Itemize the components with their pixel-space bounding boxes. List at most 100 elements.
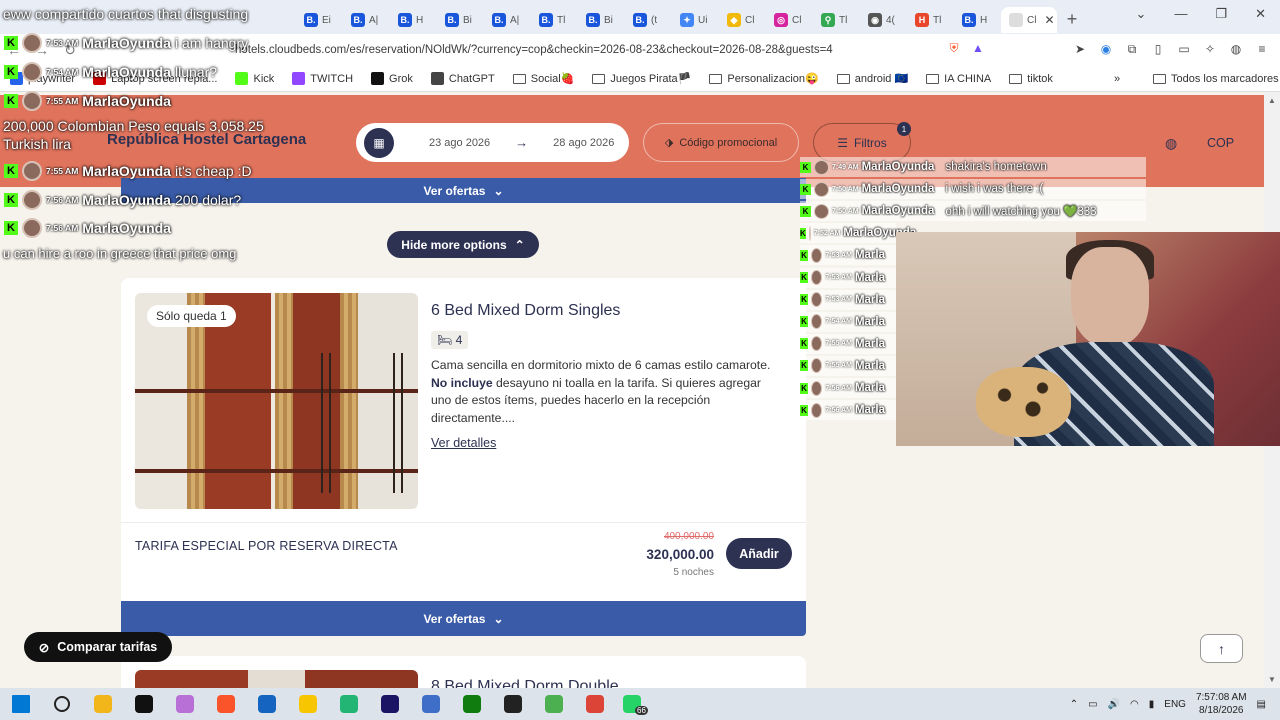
next-room-title[interactable]: 8 Bed Mixed Dorm Double — [431, 678, 619, 688]
tab[interactable]: ◉ 4( — [860, 7, 907, 33]
cursor-extension-icon[interactable]: ➤ — [1072, 41, 1088, 57]
search-icon[interactable] — [41, 688, 82, 720]
bookmark-item[interactable]: Social🍓 — [512, 72, 574, 85]
notion-icon[interactable] — [123, 688, 164, 720]
brave-shields-icon[interactable]: ⛨ — [946, 40, 962, 56]
tab-search-icon[interactable]: ⌄ — [1136, 6, 1147, 22]
next-room-photo[interactable] — [135, 670, 418, 688]
xbox-icon[interactable] — [451, 688, 492, 720]
tab[interactable]: ◆ Cl — [719, 7, 766, 33]
bookmark-item[interactable]: Kick — [235, 72, 274, 85]
bookmark-item[interactable]: IA CHINA — [926, 72, 991, 85]
add-room-button[interactable]: Añadir — [726, 538, 792, 569]
new-tab-button[interactable]: + — [1057, 9, 1087, 30]
wifi-icon[interactable]: ◠ — [1130, 699, 1139, 710]
brave-icon[interactable] — [205, 688, 246, 720]
chevron-up-icon[interactable]: ⌃ — [1070, 699, 1078, 710]
tab[interactable]: ⚲ Tl — [813, 7, 860, 33]
volume-icon[interactable]: 🔊 — [1108, 699, 1120, 710]
tab-active[interactable]: Cl ✕ — [1001, 7, 1057, 33]
tab[interactable]: B. H — [954, 7, 1001, 33]
menu-icon[interactable]: ≡ — [1254, 41, 1270, 57]
app-icon[interactable] — [164, 688, 205, 720]
tab[interactable]: B. Bi — [437, 7, 484, 33]
maximize-icon[interactable]: ❐ — [1215, 6, 1227, 22]
avatar — [810, 292, 823, 308]
promo-code-button[interactable]: ⬗ Código promocional — [643, 123, 799, 162]
bookmark-item[interactable]: tiktok — [1009, 72, 1053, 85]
chat-time: 7:56 AM — [825, 384, 852, 392]
tab[interactable]: B. Ei — [296, 7, 343, 33]
whatsapp-icon[interactable]: 66 — [615, 688, 656, 720]
app3-icon[interactable] — [533, 688, 574, 720]
scroll-up-icon[interactable]: ▲ — [1268, 96, 1276, 105]
room-title[interactable]: 6 Bed Mixed Dorm Singles — [431, 302, 620, 320]
obs-icon[interactable] — [492, 688, 533, 720]
bookmark-item[interactable]: Juegos Pirata🏴 — [592, 72, 691, 85]
room-photo[interactable]: Sólo queda 1 — [135, 293, 418, 509]
battery-icon[interactable]: ▭ — [1088, 699, 1097, 710]
view-offers-button-bottom[interactable]: Ver ofertas ⌄ — [121, 601, 806, 636]
tab[interactable]: B. Tl — [531, 7, 578, 33]
tab[interactable]: B. A| — [343, 7, 390, 33]
kick-icon: K — [4, 36, 18, 50]
notifications-icon[interactable]: ▤ — [1257, 699, 1266, 710]
description-bold: No incluye — [431, 375, 493, 390]
tab[interactable]: ◎ Cl — [766, 7, 813, 33]
tab-label: Ui — [698, 14, 708, 26]
close-window-icon[interactable]: ✕ — [1255, 6, 1266, 22]
tab[interactable]: H Tl — [907, 7, 954, 33]
tab[interactable]: ✦ Ui — [672, 7, 719, 33]
sidebar-icon[interactable]: ▯ — [1150, 41, 1166, 57]
windows-icon[interactable] — [0, 688, 41, 720]
clock[interactable]: 7:57:08 AM 8/18/2026 — [1196, 691, 1247, 717]
language-globe-icon[interactable]: ◍ — [1165, 135, 1177, 152]
ccleaner-icon[interactable] — [328, 688, 369, 720]
scroll-to-top-button[interactable]: ↑ — [1200, 634, 1243, 663]
studio-icon[interactable] — [369, 688, 410, 720]
wallet-icon[interactable]: ▭ — [1176, 41, 1192, 57]
tab[interactable]: B. H — [390, 7, 437, 33]
currency-selector[interactable]: COP — [1207, 136, 1234, 150]
view-details-link[interactable]: Ver detalles — [431, 436, 496, 450]
tab-favicon: ◆ — [727, 13, 741, 27]
minimize-icon[interactable]: — — [1174, 6, 1187, 22]
scroll-down-icon[interactable]: ▼ — [1268, 675, 1276, 684]
avatar — [22, 190, 42, 210]
language-indicator[interactable]: ENG — [1164, 699, 1186, 710]
tab[interactable]: B. Bi — [578, 7, 625, 33]
kick-icon: K — [4, 193, 18, 207]
camera-extension-icon[interactable]: ◉ — [1098, 41, 1114, 57]
tab-favicon: B. — [304, 13, 318, 27]
tab-favicon: ⚲ — [821, 13, 835, 27]
tab[interactable]: B. A| — [484, 7, 531, 33]
tab-label: H — [980, 14, 988, 26]
bookmark-item[interactable]: Personalizacion😜 — [709, 72, 819, 85]
leo-ai-icon[interactable]: ✧ — [1202, 41, 1218, 57]
network-icon[interactable]: ▮ — [1149, 699, 1155, 710]
chrome-icon[interactable] — [574, 688, 615, 720]
hide-more-options-button[interactable]: Hide more options ⌃ — [387, 231, 539, 258]
chevron-down-icon: ⌄ — [493, 183, 504, 198]
app2-icon[interactable] — [410, 688, 451, 720]
bookmark-item[interactable]: ChatGPT — [430, 72, 495, 85]
file-explorer-icon[interactable] — [82, 688, 123, 720]
address-bar[interactable]: hotels.cloudbeds.com/es/reservation/NOld… — [235, 38, 935, 62]
vpn-icon[interactable]: ◍ — [1228, 41, 1244, 57]
bookmark-item[interactable]: Grok — [371, 72, 413, 85]
brave-rewards-icon[interactable]: ▲ — [970, 40, 986, 56]
extensions-icon[interactable]: ⧉ — [1124, 41, 1140, 57]
bookmark-label: tiktok — [1027, 72, 1053, 85]
close-tab-icon[interactable]: ✕ — [1044, 13, 1054, 27]
folder-icon — [836, 73, 850, 84]
store-icon[interactable] — [246, 688, 287, 720]
bookmarks-more-icon[interactable]: » — [1114, 73, 1120, 85]
all-bookmarks[interactable]: Todos los marcadores — [1153, 73, 1279, 85]
sticky-icon[interactable] — [287, 688, 328, 720]
compare-rates-button[interactable]: ⊘ Comparar tarifas — [24, 632, 172, 662]
bookmark-item[interactable]: android 🇪🇺 — [836, 72, 908, 85]
tab[interactable]: B. (t — [625, 7, 672, 33]
bookmark-item[interactable]: TWITCH — [292, 72, 353, 85]
date-range-picker[interactable]: ▦ 23 ago 2026 → 28 ago 2026 — [356, 123, 629, 162]
chat-username: MarlaOyunda — [82, 192, 171, 208]
